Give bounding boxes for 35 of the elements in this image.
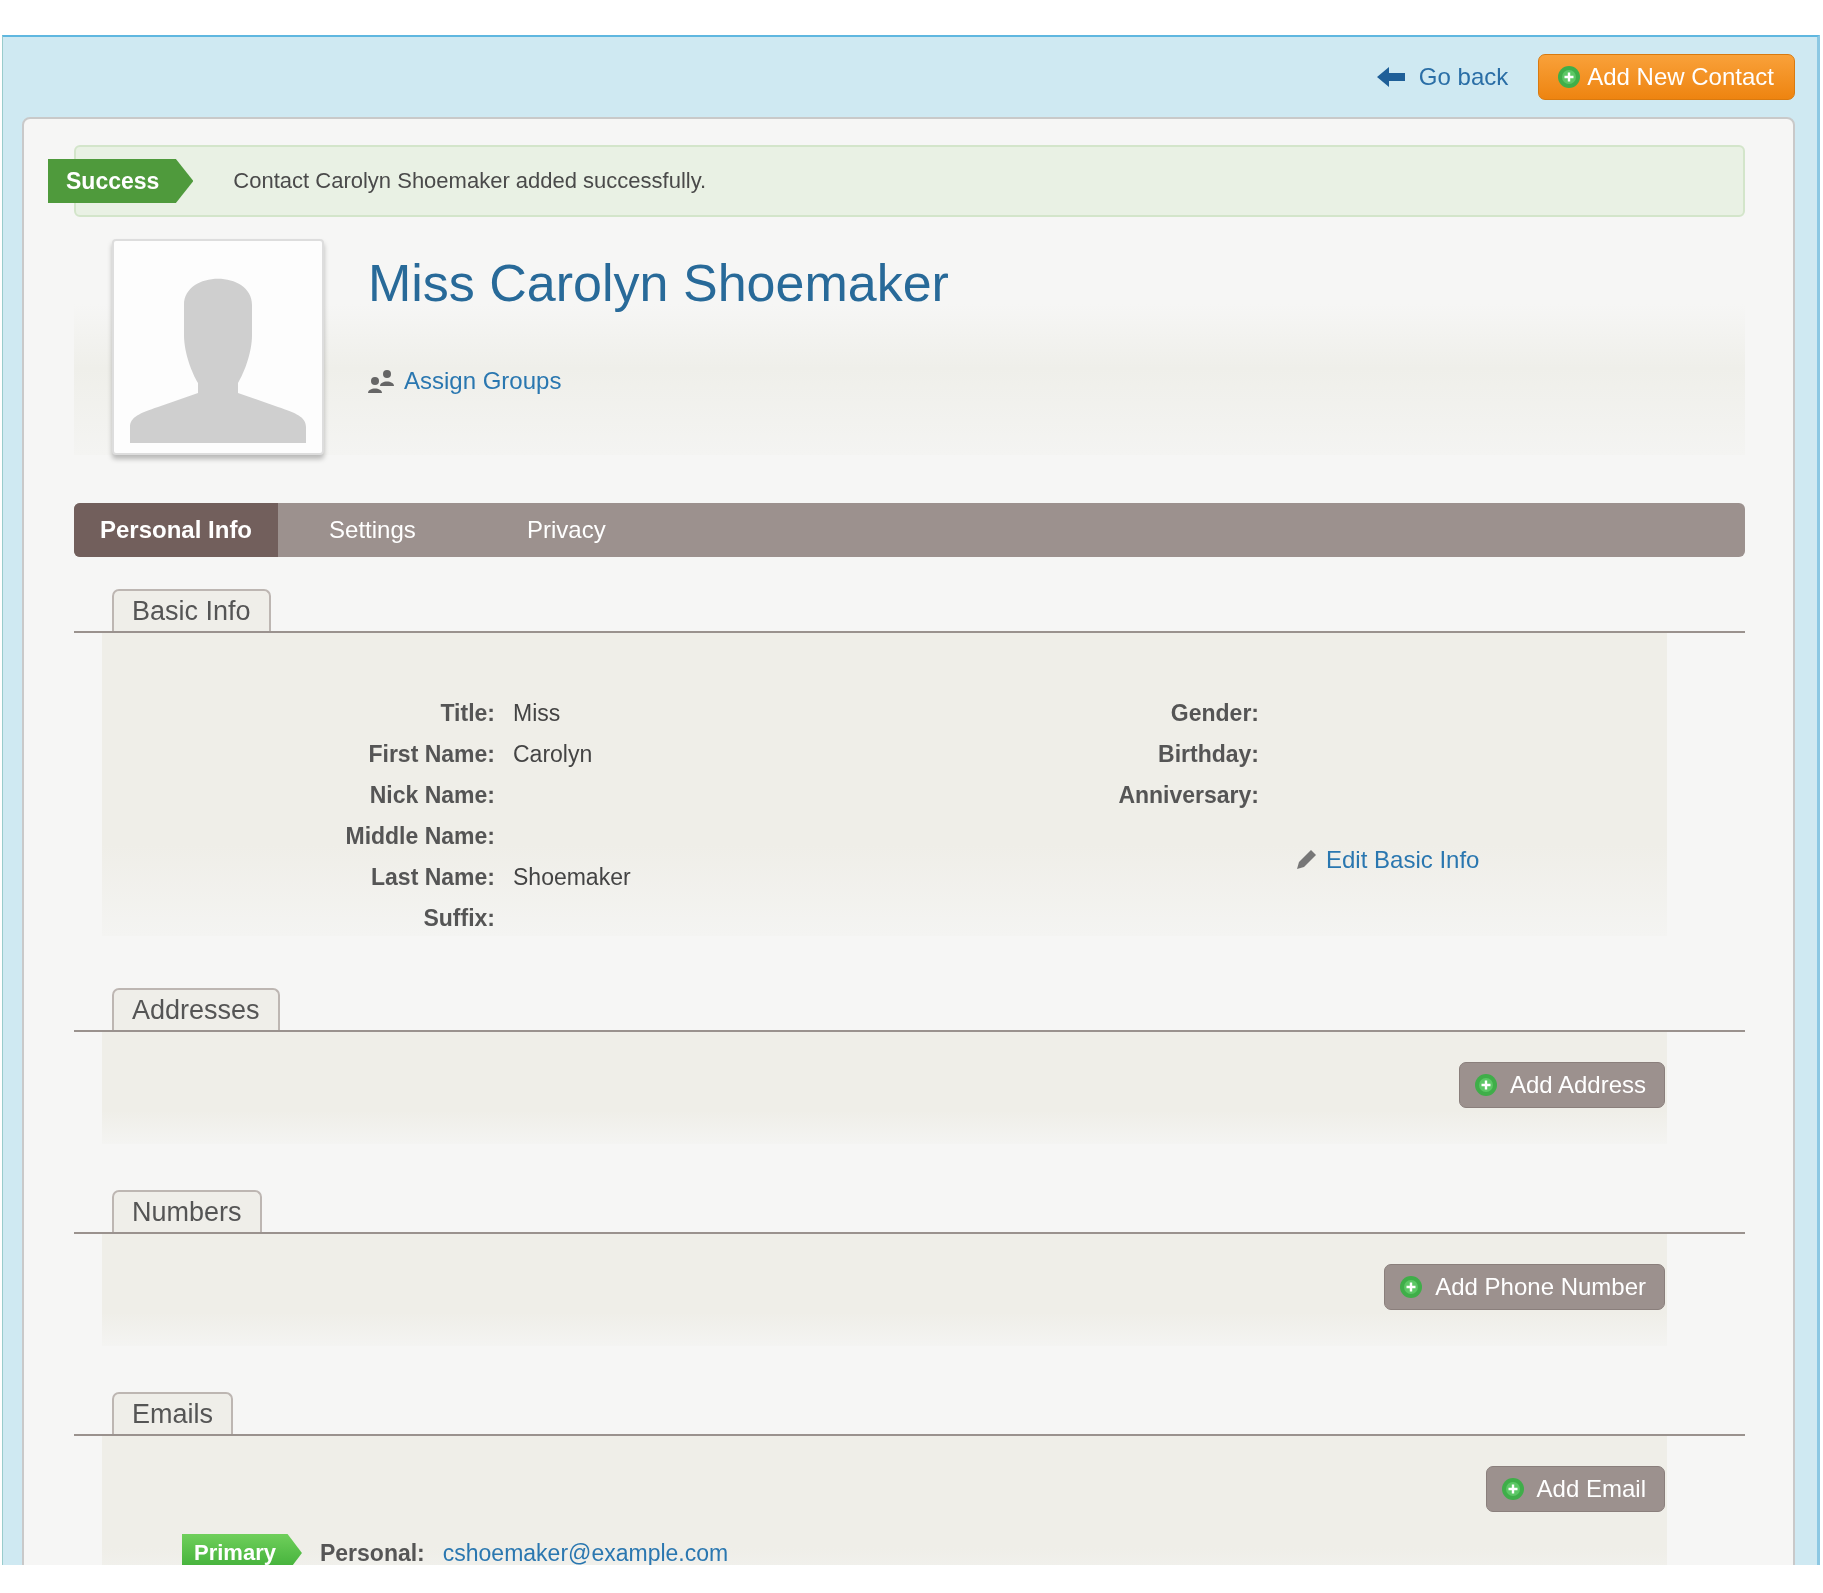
contact-name: Miss Carolyn Shoemaker — [368, 253, 949, 313]
plus-icon — [1473, 1073, 1498, 1097]
plus-icon — [1399, 1275, 1424, 1299]
back-arrow-icon — [1376, 66, 1405, 88]
alert-message: Contact Carolyn Shoemaker added successfully. — [233, 168, 707, 194]
field-value: Miss — [513, 700, 561, 727]
email-label: Personal: — [319, 1539, 425, 1565]
add-new-contact-button[interactable]: Add New Contact — [1538, 54, 1795, 100]
field-value: Shoemaker — [513, 864, 631, 891]
go-back-link[interactable]: Go back — [1376, 63, 1509, 91]
plus-icon — [1557, 65, 1582, 89]
field-value: Carolyn — [513, 741, 593, 768]
add-button[interactable]: Add Email — [1485, 1466, 1665, 1512]
tab[interactable]: Settings — [278, 503, 477, 557]
field-label: Title: — [439, 700, 496, 727]
field-label: Nick Name: — [368, 782, 496, 809]
assign-groups-link[interactable]: Assign Groups — [368, 367, 949, 395]
field-label: Middle Name: — [344, 823, 496, 850]
primary-badge: Primary — [182, 1534, 302, 1565]
field-label: Anniversary: — [1117, 782, 1260, 809]
success-badge: Success — [48, 159, 194, 203]
field-label: Gender: — [1169, 700, 1260, 727]
field-label: Birthday: — [1157, 741, 1260, 768]
tab[interactable]: Personal Info — [74, 503, 279, 557]
tab[interactable]: Privacy — [476, 503, 675, 557]
field-label: First Name: — [367, 741, 496, 768]
pencil-icon — [1294, 848, 1318, 872]
add-button[interactable]: Add Phone Number — [1384, 1264, 1665, 1310]
email-link[interactable]: cshoemaker@example.com — [442, 1539, 729, 1565]
add-button[interactable]: Add Address — [1458, 1062, 1665, 1108]
field-label: Last Name: — [370, 864, 496, 891]
edit-basic-info-link[interactable]: Edit Basic Info — [1294, 846, 1542, 874]
people-icon — [368, 369, 396, 393]
field-label: Suffix: — [422, 905, 496, 932]
plus-icon — [1500, 1477, 1525, 1501]
